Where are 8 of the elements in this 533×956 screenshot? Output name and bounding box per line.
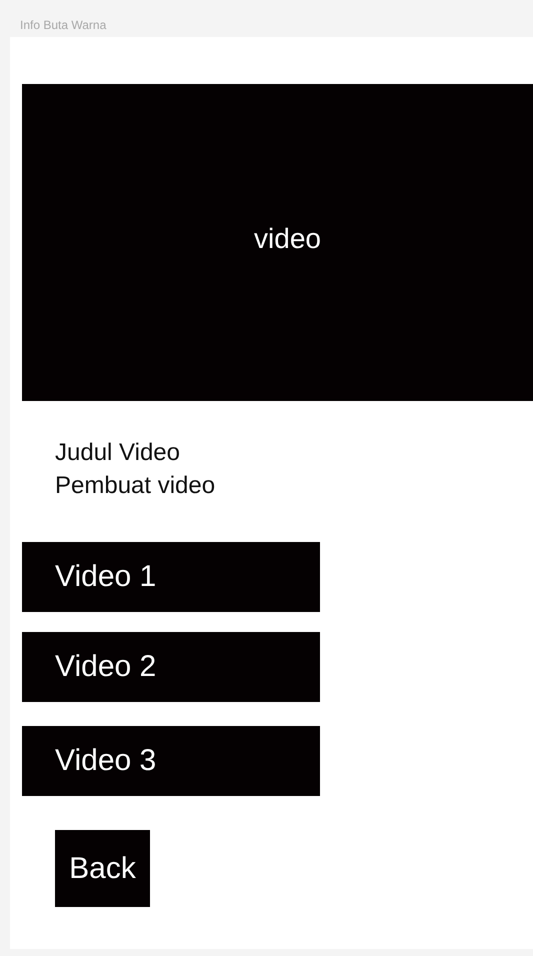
video-placeholder[interactable]: video	[22, 84, 533, 401]
video-title: Judul Video	[55, 438, 180, 468]
video-list-button[interactable]: Video 3	[22, 726, 320, 796]
video-list-button[interactable]: Video 2	[22, 632, 320, 702]
frame-label: Info Buta Warna	[20, 18, 108, 32]
back-button[interactable]: Back	[55, 830, 150, 907]
video-list-button[interactable]: Video 1	[22, 542, 320, 612]
video-creator: Pembuat video	[55, 471, 216, 501]
